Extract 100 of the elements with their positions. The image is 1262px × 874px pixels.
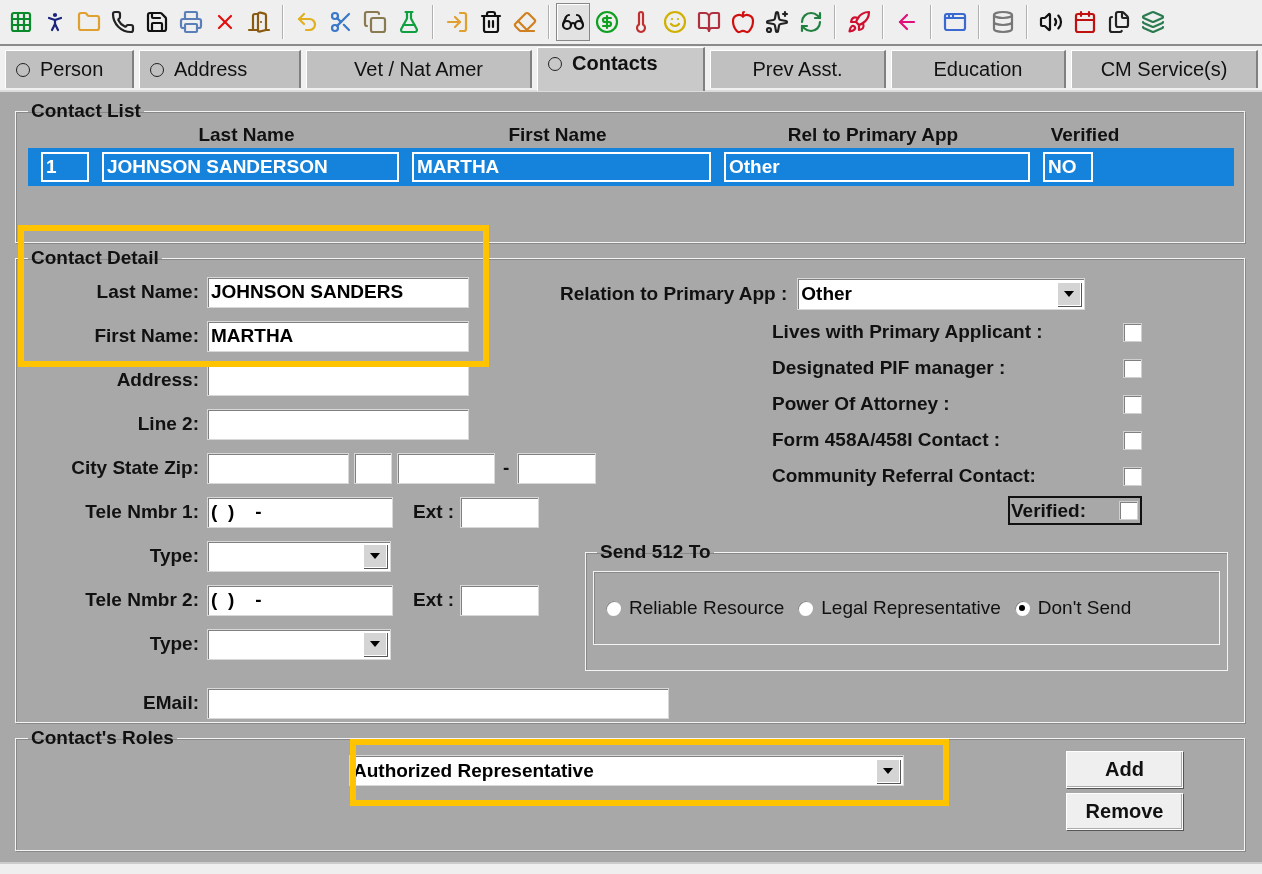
apple-icon[interactable] xyxy=(731,10,755,34)
group-title: Contact List xyxy=(30,100,142,122)
door-icon[interactable] xyxy=(247,10,271,34)
group-title: Contact's Roles xyxy=(30,727,175,749)
folder-icon[interactable] xyxy=(77,10,101,34)
radio-option[interactable]: Don't Send xyxy=(1014,597,1132,619)
text-field[interactable]: JOHNSON SANDERS xyxy=(207,276,469,308)
import-icon[interactable] xyxy=(445,10,469,34)
speaker-icon[interactable] xyxy=(1039,10,1063,34)
text-field[interactable]: MARTHA xyxy=(207,320,469,352)
zip-field[interactable] xyxy=(397,452,495,484)
eraser-icon[interactable] xyxy=(513,10,537,34)
copy-icon[interactable] xyxy=(363,10,387,34)
action-button[interactable]: Remove xyxy=(1066,793,1183,830)
city-field[interactable] xyxy=(207,452,349,484)
field-label: Last Name: xyxy=(95,281,199,303)
field-label: First Name: xyxy=(93,325,199,347)
checkbox-label: Designated PIF manager : xyxy=(772,357,1006,379)
book-icon[interactable] xyxy=(697,10,721,34)
flask-icon[interactable] xyxy=(397,10,421,34)
group-title: Contact Detail xyxy=(30,247,160,269)
pressed-toolbar-button[interactable] xyxy=(556,3,590,41)
field-label: EMail: xyxy=(142,692,199,714)
layers-icon[interactable] xyxy=(1141,10,1165,34)
tab[interactable]: Prev Asst. xyxy=(710,50,886,88)
field-label: Type: xyxy=(148,633,199,655)
calendar-icon[interactable] xyxy=(1073,10,1097,34)
field-label: Tele Nmbr 1: xyxy=(84,501,199,523)
save-icon[interactable] xyxy=(145,10,169,34)
type-dropdown[interactable] xyxy=(207,540,391,572)
window-icon[interactable] xyxy=(943,10,967,34)
refresh-icon[interactable] xyxy=(799,10,823,34)
zip-separator: - xyxy=(503,457,510,479)
rocket-icon[interactable] xyxy=(847,10,871,34)
table-cell: Other xyxy=(724,152,1030,182)
checkbox[interactable] xyxy=(1123,358,1142,378)
tab[interactable]: Person xyxy=(5,50,134,88)
radio-button[interactable] xyxy=(798,600,814,616)
tab[interactable]: CM Service(s) xyxy=(1071,50,1258,88)
ext-label: Ext : xyxy=(413,501,455,523)
sparkles-icon[interactable] xyxy=(765,10,789,34)
field-label: Tele Nmbr 2: xyxy=(84,589,199,611)
tab[interactable]: Address xyxy=(139,50,301,88)
files-icon[interactable] xyxy=(1107,10,1131,34)
radio-button[interactable] xyxy=(1014,600,1030,616)
checkbox[interactable] xyxy=(1123,430,1142,450)
checkbox-label: Power Of Attorney : xyxy=(772,393,950,415)
text-field[interactable] xyxy=(207,408,469,440)
ext-field[interactable] xyxy=(460,584,540,616)
field-label: Type: xyxy=(148,545,199,567)
caret-icon xyxy=(363,632,387,656)
caret-icon xyxy=(876,758,900,783)
checkbox[interactable] xyxy=(1119,501,1138,520)
field-label: Relation to Primary App : xyxy=(560,283,788,305)
checkbox[interactable] xyxy=(1123,466,1142,486)
group-title: Send 512 To xyxy=(599,541,712,563)
field-label: Line 2: xyxy=(136,413,199,435)
radio-option[interactable]: Legal Representative xyxy=(798,597,1001,619)
table-cell: JOHNSON SANDERSON xyxy=(102,152,399,182)
field-label: City State Zip: xyxy=(70,457,199,479)
tab[interactable]: Vet / Nat Amer xyxy=(306,50,532,88)
tab[interactable]: Education xyxy=(891,50,1066,88)
contact-row[interactable]: 1 JOHNSON SANDERSON MARTHA Other NO xyxy=(28,148,1234,186)
dollar-icon[interactable] xyxy=(595,10,619,34)
checkbox[interactable] xyxy=(1123,322,1142,342)
phone-field[interactable]: ( ) - xyxy=(207,496,393,528)
checkbox-label: Lives with Primary Applicant : xyxy=(772,321,1043,343)
checkbox-label: Verified: xyxy=(1011,499,1086,522)
zip-extension-field[interactable] xyxy=(517,452,597,484)
grid-icon[interactable] xyxy=(9,10,33,34)
caret-icon xyxy=(363,544,387,568)
table-cell: 1 xyxy=(41,152,89,182)
table-cell: NO xyxy=(1043,152,1093,182)
ext-field[interactable] xyxy=(460,496,540,528)
database-icon[interactable] xyxy=(991,10,1015,34)
column-header: Verified xyxy=(1050,124,1120,146)
radio-button[interactable] xyxy=(606,600,621,616)
radio-option[interactable]: Reliable Resource xyxy=(606,597,785,619)
checkbox-label: Form 458A/458I Contact : xyxy=(772,429,1001,451)
email-field[interactable] xyxy=(207,687,669,719)
printer-icon[interactable] xyxy=(179,10,203,34)
column-header: Rel to Primary App xyxy=(787,124,959,146)
table-cell: MARTHA xyxy=(412,152,711,182)
action-button[interactable]: Add xyxy=(1066,751,1183,788)
phone-field[interactable]: ( ) - xyxy=(207,584,393,616)
column-header: Last Name xyxy=(198,124,295,146)
scissors-icon[interactable] xyxy=(329,10,353,34)
roles-dropdown[interactable]: Authorized Representative xyxy=(349,755,904,786)
state-field[interactable] xyxy=(354,452,392,484)
checkbox[interactable] xyxy=(1123,394,1142,414)
caret-icon xyxy=(1057,282,1082,306)
ext-label: Ext : xyxy=(413,589,455,611)
type-dropdown[interactable] xyxy=(207,628,391,660)
phone-icon[interactable] xyxy=(111,10,135,34)
tab[interactable]: Contacts xyxy=(537,47,705,91)
column-header: First Name xyxy=(508,124,607,146)
field-label: Address: xyxy=(115,369,199,391)
relation-dropdown[interactable]: Other xyxy=(797,278,1086,310)
checkbox-label: Community Referral Contact: xyxy=(772,465,1036,487)
trash-icon[interactable] xyxy=(479,10,503,34)
